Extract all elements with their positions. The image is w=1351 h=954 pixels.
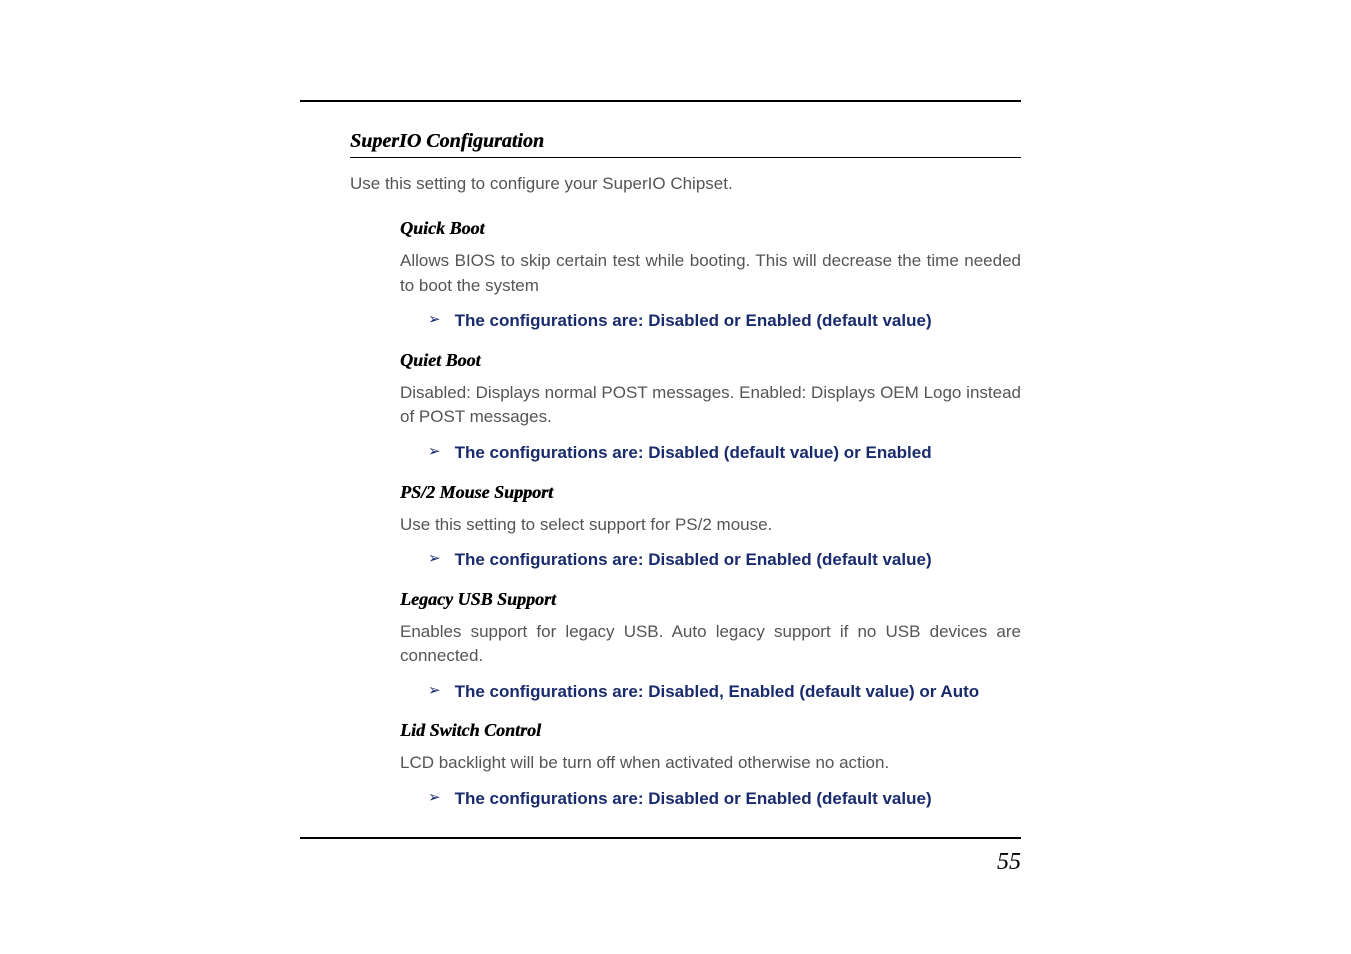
item-legacy-usb-support: Legacy USB Support Enables support for l… (350, 589, 1021, 705)
section-title: SuperIO Configuration (350, 130, 1021, 158)
top-horizontal-rule (300, 100, 1021, 102)
item-config-line: ➢ The configurations are: Disabled or En… (400, 786, 1021, 812)
item-config-text: The configurations are: Disabled, Enable… (455, 679, 980, 705)
content-area: SuperIO Configuration Use this setting t… (350, 130, 1021, 828)
item-description: Use this setting to select support for P… (400, 513, 1021, 538)
item-quiet-boot: Quiet Boot Disabled: Displays normal POS… (350, 350, 1021, 466)
item-lid-switch-control: Lid Switch Control LCD backlight will be… (350, 720, 1021, 811)
bullet-arrow-icon: ➢ (428, 547, 441, 571)
item-config-text: The configurations are: Disabled or Enab… (455, 308, 932, 334)
item-title: Lid Switch Control (400, 720, 1021, 741)
item-config-line: ➢ The configurations are: Disabled (defa… (400, 440, 1021, 466)
item-ps2-mouse-support: PS/2 Mouse Support Use this setting to s… (350, 482, 1021, 573)
bottom-horizontal-rule (300, 837, 1021, 839)
item-description: LCD backlight will be turn off when acti… (400, 751, 1021, 776)
item-config-line: ➢ The configurations are: Disabled, Enab… (400, 679, 1021, 705)
bullet-arrow-icon: ➢ (428, 308, 441, 332)
item-description: Disabled: Displays normal POST messages.… (400, 381, 1021, 430)
item-title: Quick Boot (400, 218, 1021, 239)
item-config-text: The configurations are: Disabled or Enab… (455, 786, 932, 812)
page-number: 55 (997, 849, 1021, 876)
item-config-text: The configurations are: Disabled (defaul… (455, 440, 932, 466)
item-title: Quiet Boot (400, 350, 1021, 371)
item-title: PS/2 Mouse Support (400, 482, 1021, 503)
section-intro-text: Use this setting to configure your Super… (350, 174, 1021, 194)
item-description: Allows BIOS to skip certain test while b… (400, 249, 1021, 298)
page: SuperIO Configuration Use this setting t… (0, 0, 1351, 954)
item-config-line: ➢ The configurations are: Disabled or En… (400, 308, 1021, 334)
item-quick-boot: Quick Boot Allows BIOS to skip certain t… (350, 218, 1021, 334)
item-config-line: ➢ The configurations are: Disabled or En… (400, 547, 1021, 573)
bullet-arrow-icon: ➢ (428, 679, 441, 703)
item-title: Legacy USB Support (400, 589, 1021, 610)
item-description: Enables support for legacy USB. Auto leg… (400, 620, 1021, 669)
bullet-arrow-icon: ➢ (428, 440, 441, 464)
item-config-text: The configurations are: Disabled or Enab… (455, 547, 932, 573)
bullet-arrow-icon: ➢ (428, 786, 441, 810)
